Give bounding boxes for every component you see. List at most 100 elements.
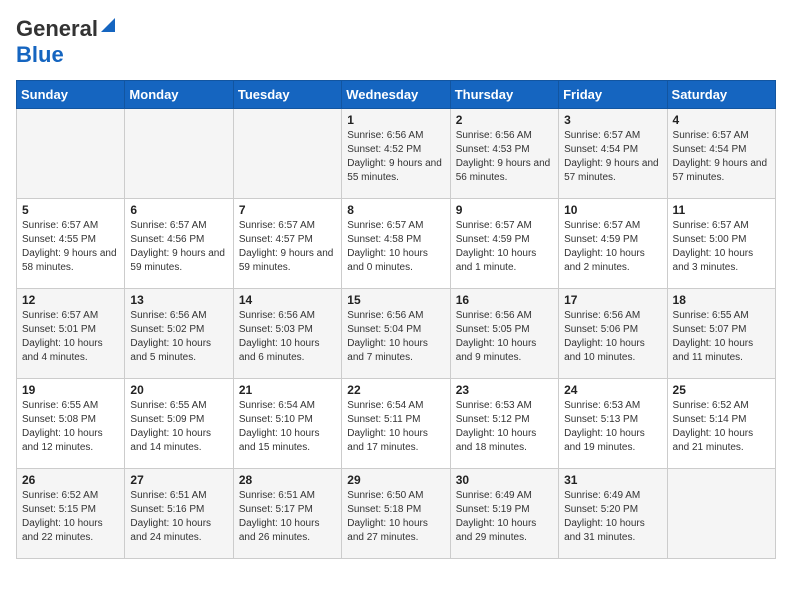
- day-info: Sunrise: 6:55 AM Sunset: 5:08 PM Dayligh…: [22, 399, 119, 455]
- day-info: Sunrise: 6:56 AM Sunset: 5:04 PM Dayligh…: [347, 309, 444, 365]
- calendar-cell: 26 Sunrise: 6:52 AM Sunset: 5:15 PM Dayli…: [17, 469, 125, 559]
- day-number: 31: [564, 473, 661, 487]
- weekday-header-sunday: Sunday: [17, 81, 125, 109]
- weekday-header-friday: Friday: [559, 81, 667, 109]
- logo-blue-text: Blue: [16, 42, 64, 67]
- calendar-cell: 2 Sunrise: 6:56 AM Sunset: 4:53 PM Daylig…: [450, 109, 558, 199]
- day-number: 24: [564, 383, 661, 397]
- calendar-cell: 6Sunrise: 6:57 AM Sunset: 4:56 PM Daylig…: [125, 199, 233, 289]
- calendar-cell: [667, 469, 775, 559]
- day-number: 12: [22, 293, 119, 307]
- calendar-cell: 25Sunrise: 6:52 AM Sunset: 5:14 PM Dayli…: [667, 379, 775, 469]
- day-info: Sunrise: 6:57 AM Sunset: 4:59 PM Dayligh…: [456, 219, 553, 275]
- calendar-week-5: 26 Sunrise: 6:52 AM Sunset: 5:15 PM Dayli…: [17, 469, 776, 559]
- day-info: Sunrise: 6:57 AM Sunset: 4:54 PM Dayligh…: [564, 129, 661, 185]
- day-info: Sunrise: 6:49 AM Sunset: 5:20 PM Dayligh…: [564, 489, 661, 545]
- calendar-cell: 28 Sunrise: 6:51 AM Sunset: 5:17 PM Dayli…: [233, 469, 341, 559]
- day-info: Sunrise: 6:56 AM Sunset: 5:05 PM Dayligh…: [456, 309, 553, 365]
- day-number: 2: [456, 113, 553, 127]
- logo-icon: [101, 18, 115, 32]
- day-info: Sunrise: 6:52 AM Sunset: 5:14 PM Dayligh…: [673, 399, 770, 455]
- calendar-cell: [125, 109, 233, 199]
- calendar-cell: 13 Sunrise: 6:56 AM Sunset: 5:02 PM Dayli…: [125, 289, 233, 379]
- calendar-week-4: 19Sunrise: 6:55 AM Sunset: 5:08 PM Dayli…: [17, 379, 776, 469]
- day-number: 5: [22, 203, 119, 217]
- day-info: Sunrise: 6:55 AM Sunset: 5:09 PM Dayligh…: [130, 399, 227, 455]
- day-info: Sunrise: 6:56 AM Sunset: 4:53 PM Dayligh…: [456, 129, 553, 185]
- calendar-cell: [233, 109, 341, 199]
- calendar-cell: 21Sunrise: 6:54 AM Sunset: 5:10 PM Dayli…: [233, 379, 341, 469]
- day-number: 17: [564, 293, 661, 307]
- logo: General Blue: [16, 16, 115, 68]
- logo-general-text: General: [16, 16, 98, 42]
- calendar-cell: 27 Sunrise: 6:51 AM Sunset: 5:16 PM Dayli…: [125, 469, 233, 559]
- day-number: 1: [347, 113, 444, 127]
- calendar-cell: 4 Sunrise: 6:57 AM Sunset: 4:54 PM Daylig…: [667, 109, 775, 199]
- day-number: 22: [347, 383, 444, 397]
- page-header: General Blue: [16, 16, 776, 68]
- calendar-cell: 18 Sunrise: 6:55 AM Sunset: 5:07 PM Dayli…: [667, 289, 775, 379]
- day-info: Sunrise: 6:56 AM Sunset: 5:06 PM Dayligh…: [564, 309, 661, 365]
- day-number: 18: [673, 293, 770, 307]
- calendar-cell: 14 Sunrise: 6:56 AM Sunset: 5:03 PM Dayli…: [233, 289, 341, 379]
- day-info: Sunrise: 6:56 AM Sunset: 5:02 PM Dayligh…: [130, 309, 227, 365]
- calendar-cell: 7Sunrise: 6:57 AM Sunset: 4:57 PM Daylig…: [233, 199, 341, 289]
- day-info: Sunrise: 6:57 AM Sunset: 5:00 PM Dayligh…: [673, 219, 770, 275]
- day-info: Sunrise: 6:57 AM Sunset: 4:54 PM Dayligh…: [673, 129, 770, 185]
- calendar-week-2: 5 Sunrise: 6:57 AM Sunset: 4:55 PM Daylig…: [17, 199, 776, 289]
- weekday-header-wednesday: Wednesday: [342, 81, 450, 109]
- day-number: 10: [564, 203, 661, 217]
- calendar-week-1: 1 Sunrise: 6:56 AM Sunset: 4:52 PM Daylig…: [17, 109, 776, 199]
- day-number: 15: [347, 293, 444, 307]
- calendar-week-3: 12 Sunrise: 6:57 AM Sunset: 5:01 PM Dayli…: [17, 289, 776, 379]
- calendar-cell: 15 Sunrise: 6:56 AM Sunset: 5:04 PM Dayli…: [342, 289, 450, 379]
- calendar-cell: 16 Sunrise: 6:56 AM Sunset: 5:05 PM Dayli…: [450, 289, 558, 379]
- day-number: 9: [456, 203, 553, 217]
- day-info: Sunrise: 6:56 AM Sunset: 5:03 PM Dayligh…: [239, 309, 336, 365]
- day-number: 30: [456, 473, 553, 487]
- weekday-header-saturday: Saturday: [667, 81, 775, 109]
- day-number: 11: [673, 203, 770, 217]
- day-info: Sunrise: 6:51 AM Sunset: 5:16 PM Dayligh…: [130, 489, 227, 545]
- day-number: 27: [130, 473, 227, 487]
- day-number: 6: [130, 203, 227, 217]
- day-number: 8: [347, 203, 444, 217]
- day-number: 26: [22, 473, 119, 487]
- day-info: Sunrise: 6:50 AM Sunset: 5:18 PM Dayligh…: [347, 489, 444, 545]
- calendar-cell: 17 Sunrise: 6:56 AM Sunset: 5:06 PM Dayli…: [559, 289, 667, 379]
- day-info: Sunrise: 6:52 AM Sunset: 5:15 PM Dayligh…: [22, 489, 119, 545]
- calendar-cell: 8 Sunrise: 6:57 AM Sunset: 4:58 PM Daylig…: [342, 199, 450, 289]
- calendar-cell: 23Sunrise: 6:53 AM Sunset: 5:12 PM Dayli…: [450, 379, 558, 469]
- calendar-cell: 11 Sunrise: 6:57 AM Sunset: 5:00 PM Dayli…: [667, 199, 775, 289]
- day-number: 16: [456, 293, 553, 307]
- calendar-cell: 31 Sunrise: 6:49 AM Sunset: 5:20 PM Dayli…: [559, 469, 667, 559]
- day-info: Sunrise: 6:49 AM Sunset: 5:19 PM Dayligh…: [456, 489, 553, 545]
- day-number: 28: [239, 473, 336, 487]
- day-info: Sunrise: 6:57 AM Sunset: 4:59 PM Dayligh…: [564, 219, 661, 275]
- day-info: Sunrise: 6:56 AM Sunset: 4:52 PM Dayligh…: [347, 129, 444, 185]
- day-number: 21: [239, 383, 336, 397]
- weekday-header-row: SundayMondayTuesdayWednesdayThursdayFrid…: [17, 81, 776, 109]
- day-number: 23: [456, 383, 553, 397]
- day-info: Sunrise: 6:53 AM Sunset: 5:13 PM Dayligh…: [564, 399, 661, 455]
- day-number: 3: [564, 113, 661, 127]
- day-number: 13: [130, 293, 227, 307]
- calendar-cell: 30 Sunrise: 6:49 AM Sunset: 5:19 PM Dayli…: [450, 469, 558, 559]
- calendar-cell: [17, 109, 125, 199]
- weekday-header-tuesday: Tuesday: [233, 81, 341, 109]
- day-info: Sunrise: 6:57 AM Sunset: 4:58 PM Dayligh…: [347, 219, 444, 275]
- calendar-cell: 5 Sunrise: 6:57 AM Sunset: 4:55 PM Daylig…: [17, 199, 125, 289]
- day-info: Sunrise: 6:57 AM Sunset: 5:01 PM Dayligh…: [22, 309, 119, 365]
- calendar-cell: 24 Sunrise: 6:53 AM Sunset: 5:13 PM Dayli…: [559, 379, 667, 469]
- day-info: Sunrise: 6:51 AM Sunset: 5:17 PM Dayligh…: [239, 489, 336, 545]
- day-number: 14: [239, 293, 336, 307]
- calendar-cell: 9 Sunrise: 6:57 AM Sunset: 4:59 PM Daylig…: [450, 199, 558, 289]
- calendar-cell: 20Sunrise: 6:55 AM Sunset: 5:09 PM Dayli…: [125, 379, 233, 469]
- calendar-cell: 10 Sunrise: 6:57 AM Sunset: 4:59 PM Dayli…: [559, 199, 667, 289]
- calendar-cell: 22Sunrise: 6:54 AM Sunset: 5:11 PM Dayli…: [342, 379, 450, 469]
- day-info: Sunrise: 6:57 AM Sunset: 4:55 PM Dayligh…: [22, 219, 119, 275]
- day-info: Sunrise: 6:57 AM Sunset: 4:57 PM Dayligh…: [239, 219, 336, 275]
- day-info: Sunrise: 6:55 AM Sunset: 5:07 PM Dayligh…: [673, 309, 770, 365]
- day-number: 4: [673, 113, 770, 127]
- calendar-cell: 3 Sunrise: 6:57 AM Sunset: 4:54 PM Daylig…: [559, 109, 667, 199]
